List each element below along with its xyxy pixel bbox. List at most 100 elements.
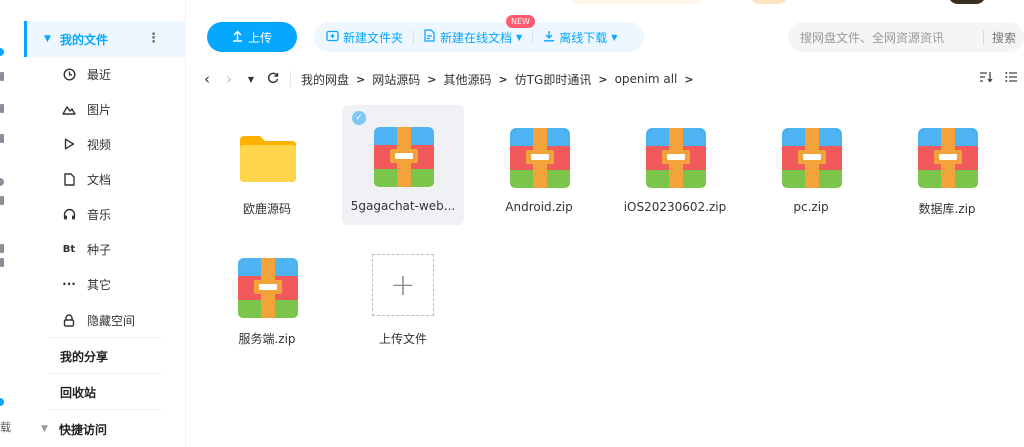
breadcrumb-separator-icon: > (684, 72, 694, 86)
rail-fragment (0, 134, 4, 143)
more-icon: ··· (62, 277, 76, 291)
back-arrow-icon[interactable]: ‹ (196, 70, 218, 88)
file-name: pc.zip (793, 200, 829, 214)
upload-file-tile[interactable]: + 上传文件 (342, 236, 464, 356)
sidebar-item-label: 音乐 (87, 207, 112, 222)
rail-fragment (0, 196, 4, 205)
download-icon (543, 30, 555, 45)
forward-arrow-icon[interactable]: › (218, 70, 240, 88)
file-item-zip[interactable]: 服务端.zip (206, 236, 328, 356)
sort-icon[interactable] (979, 71, 993, 87)
offline-download-label: 离线下载 (559, 30, 608, 45)
sidebar-item-label: 我的文件 (60, 32, 109, 47)
sidebar-item-images[interactable]: 图片 (24, 91, 186, 127)
checkmark-icon[interactable]: ✓ (352, 111, 366, 125)
folder-icon (238, 126, 298, 190)
rail-fragment (0, 72, 4, 81)
file-name: 数据库.zip (918, 202, 976, 216)
breadcrumb-item[interactable]: 网站源码 (372, 71, 420, 88)
action-group: 新建文件夹 新建在线文档 ▼ 离线下载 ▼ (314, 22, 644, 52)
sidebar-item-label: 快捷访问 (59, 422, 108, 437)
vip-badge[interactable] (948, 0, 986, 4)
file-item-zip[interactable]: iOS20230602.zip (614, 106, 736, 226)
online-doc-icon (424, 29, 436, 45)
search-input[interactable]: 搜网盘文件、全网资源资讯 (800, 29, 983, 46)
sidebar-item-label: 其它 (87, 277, 112, 292)
history-dropdown-icon[interactable]: ▼ (240, 75, 262, 84)
file-name: 5gagachat-web... (350, 199, 456, 213)
bt-icon: Bt (62, 243, 76, 255)
view-controls (979, 71, 1018, 87)
clock-icon (61, 66, 77, 82)
rail-indicator-dot (0, 398, 4, 406)
search-bar[interactable]: 搜网盘文件、全网资源资讯 搜索 (788, 22, 1024, 52)
sidebar-item-torrents[interactable]: Bt 种子 (24, 231, 186, 267)
zip-archive-icon (646, 126, 706, 190)
zip-archive-icon (782, 126, 842, 190)
image-icon (61, 101, 77, 117)
file-grid: 欧鹿源码 ✓ 5gagachat-web... Android.zip iOS2… (186, 98, 1024, 447)
rail-indicator-dot (0, 178, 4, 186)
file-name: 服务端.zip (238, 332, 296, 346)
sidebar-item-hidden-space[interactable]: 隐藏空间 (24, 302, 186, 338)
sidebar-item-music[interactable]: 音乐 (24, 196, 186, 232)
upload-file-label: 上传文件 (378, 332, 427, 346)
rail-label-download: 载 (0, 421, 11, 434)
breadcrumb-item[interactable]: 仿TG即时通讯 (515, 71, 592, 88)
headphones-icon (61, 206, 77, 222)
rail-fragment (0, 244, 4, 253)
offline-download-button[interactable]: 离线下载 ▼ (543, 29, 617, 46)
file-item-zip[interactable]: Android.zip (478, 106, 600, 226)
sidebar-divider (48, 409, 162, 410)
new-badge: NEW (506, 15, 535, 28)
toolbar-separator (532, 30, 534, 44)
breadcrumb: 我的网盘 > 网站源码 > 其他源码 > 仿TG即时通讯 > openim al… (290, 71, 701, 87)
sidebar-item-recent[interactable]: 最近 (24, 56, 186, 92)
breadcrumb-bar: ‹ › ▼ 我的网盘 > 网站源码 > 其他源码 > 仿TG即时通讯 > ope… (186, 60, 1024, 98)
sidebar-item-recycle-bin[interactable]: 回收站 (24, 374, 186, 410)
sidebar-item-label: 隐藏空间 (87, 313, 136, 328)
sidebar-item-my-files[interactable]: ▼ 我的文件 ⋮ (24, 21, 186, 57)
caret-down-icon: ▼ (44, 34, 51, 44)
promo-pill[interactable] (570, 0, 704, 4)
file-item-zip[interactable]: ✓ 5gagachat-web... (342, 105, 464, 225)
file-item-folder[interactable]: 欧鹿源码 (206, 106, 328, 226)
zip-archive-icon (510, 126, 570, 190)
new-folder-icon (326, 30, 339, 45)
toolbar-separator (413, 30, 415, 44)
search-button[interactable]: 搜索 (984, 29, 1024, 46)
file-item-zip[interactable]: pc.zip (750, 106, 872, 226)
promo-pill[interactable] (750, 0, 788, 4)
sidebar-item-quick-access[interactable]: ▼ 快捷访问 (24, 411, 186, 447)
caret-down-icon: ▼ (41, 424, 48, 434)
file-name: Android.zip (505, 200, 573, 214)
breadcrumb-item[interactable]: 我的网盘 (301, 71, 349, 88)
left-rail: 载 (0, 0, 18, 447)
rail-indicator-dot (0, 48, 4, 56)
file-item-zip[interactable]: 数据库.zip (886, 106, 1008, 226)
upload-icon (232, 30, 243, 45)
refresh-icon[interactable] (262, 70, 284, 88)
new-folder-button[interactable]: 新建文件夹 (326, 29, 403, 46)
sidebar-item-videos[interactable]: 视频 (24, 126, 186, 162)
sidebar-item-other[interactable]: ··· 其它 (24, 266, 186, 302)
file-name: iOS20230602.zip (623, 200, 727, 214)
plus-icon[interactable]: + (372, 254, 434, 316)
list-view-icon[interactable] (1005, 71, 1018, 87)
new-online-doc-button[interactable]: 新建在线文档 ▼ (424, 29, 522, 46)
new-online-doc-label: 新建在线文档 (440, 30, 513, 45)
upload-button[interactable]: 上传 (207, 22, 297, 52)
more-vertical-icon[interactable]: ⋮ (147, 31, 160, 46)
sidebar-item-label: 文档 (87, 172, 112, 187)
sidebar: ▼ 我的文件 ⋮ 最近 图片 视频 文档 音乐 Bt 种子 ··· 其它 隐藏空… (24, 0, 186, 447)
sidebar-item-documents[interactable]: 文档 (24, 161, 186, 197)
breadcrumb-separator-icon: > (356, 72, 366, 86)
zip-archive-icon (374, 125, 434, 189)
breadcrumb-item-current[interactable]: openim all (615, 72, 678, 86)
lock-icon (61, 312, 77, 328)
breadcrumb-item[interactable]: 其他源码 (443, 71, 491, 88)
sidebar-item-my-share[interactable]: 我的分享 (24, 338, 186, 374)
breadcrumb-separator-icon: > (598, 72, 608, 86)
rail-fragment (0, 258, 4, 267)
sidebar-item-label: 我的分享 (60, 349, 109, 364)
